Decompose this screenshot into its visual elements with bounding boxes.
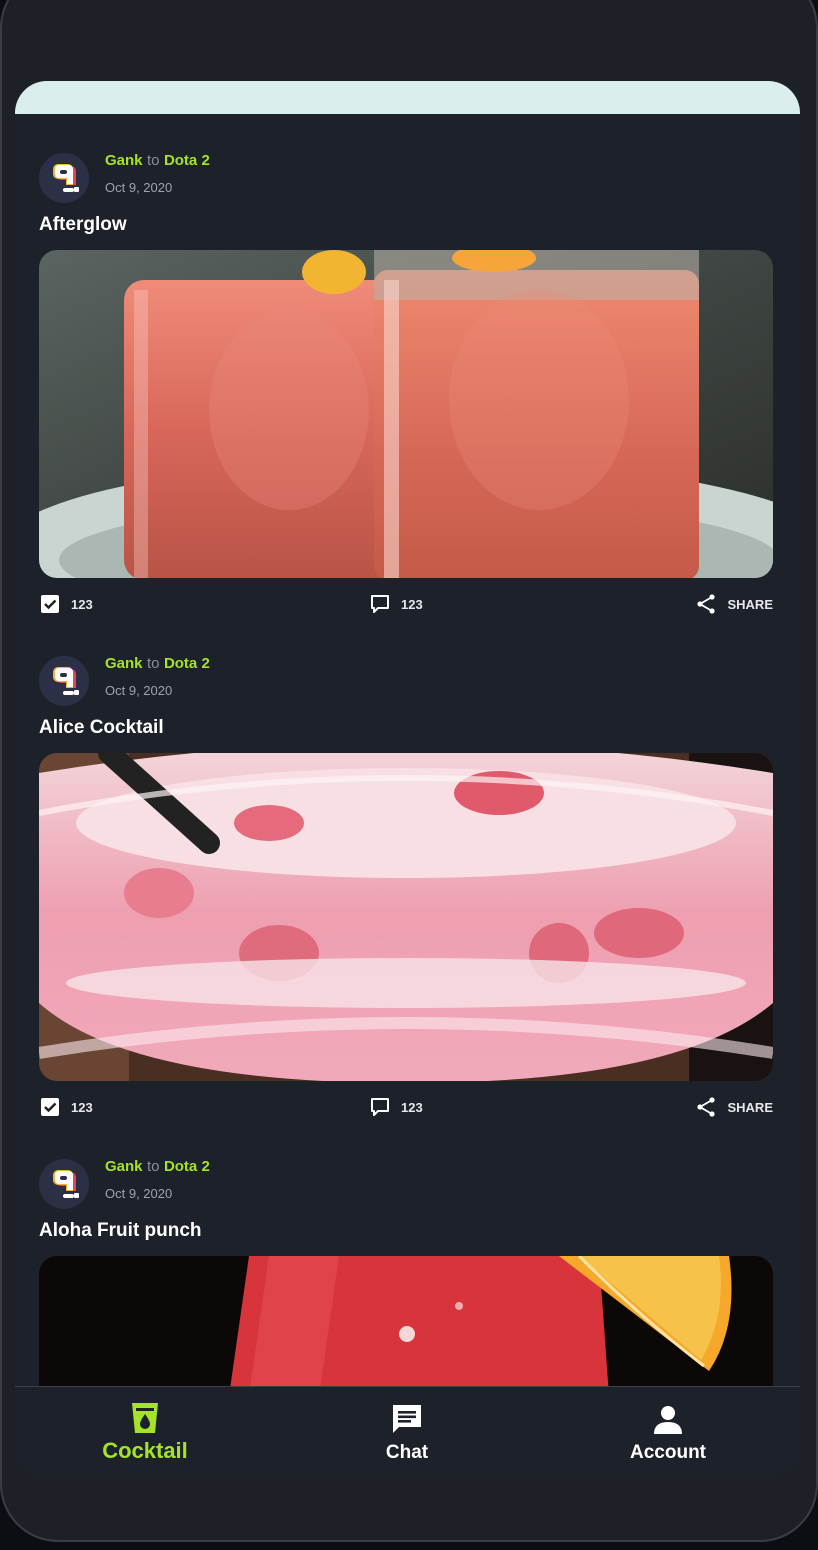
post-card: Gank to Dota 2 Oct 9, 2020 Aloha Fruit p… xyxy=(15,1120,800,1386)
nav-label-chat: Chat xyxy=(385,1442,429,1463)
author-name[interactable]: Gank xyxy=(105,655,143,672)
avatar[interactable] xyxy=(39,656,89,706)
post-image[interactable] xyxy=(39,753,773,1081)
group-name[interactable]: Dota 2 xyxy=(164,655,210,672)
nav-label-cocktail: Cocktail xyxy=(102,1438,188,1463)
author-name[interactable]: Gank xyxy=(105,1158,143,1175)
nav-item-chat[interactable]: Chat xyxy=(307,1387,507,1478)
post-title: Aloha Fruit punch xyxy=(39,1220,202,1241)
group-name[interactable]: Dota 2 xyxy=(164,1158,210,1175)
post-date: Oct 9, 2020 xyxy=(105,683,173,698)
nav-label-account: Account xyxy=(630,1442,706,1463)
share-label: SHARE xyxy=(727,596,773,612)
post-title: Afterglow xyxy=(39,214,127,235)
nav-item-cocktail[interactable]: Cocktail xyxy=(45,1387,245,1478)
author-name[interactable]: Gank xyxy=(105,152,143,169)
comment-count: 123 xyxy=(401,596,423,612)
share-icon xyxy=(697,1097,716,1117)
comment-action[interactable]: 123 xyxy=(369,1095,423,1119)
bottom-navigation: Cocktail Chat Account xyxy=(15,1386,800,1478)
post-title: Alice Cocktail xyxy=(39,717,164,738)
like-action[interactable]: 123 xyxy=(39,1095,93,1119)
share-action[interactable]: SHARE xyxy=(695,1095,773,1119)
post-meta: Gank to Dota 2 Oct 9, 2020 xyxy=(105,152,210,195)
app-screen: Gank to Dota 2 Oct 9, 2020 Afterglow 123… xyxy=(15,81,800,1478)
post-image[interactable] xyxy=(39,250,773,578)
post-card: Gank to Dota 2 Oct 9, 2020 Afterglow 123… xyxy=(15,114,800,617)
like-action[interactable]: 123 xyxy=(39,592,93,616)
nav-item-account[interactable]: Account xyxy=(568,1387,768,1478)
checkbox-icon xyxy=(41,595,59,613)
like-count: 123 xyxy=(71,1099,93,1115)
comment-action[interactable]: 123 xyxy=(369,592,423,616)
chat-icon xyxy=(393,1405,421,1433)
avatar[interactable] xyxy=(39,153,89,203)
connector-text: to xyxy=(146,655,160,672)
checkbox-icon xyxy=(41,1098,59,1116)
post-card: Gank to Dota 2 Oct 9, 2020 Alice Cocktai… xyxy=(15,617,800,1120)
connector-text: to xyxy=(146,1158,160,1175)
comment-icon xyxy=(371,1098,389,1116)
post-date: Oct 9, 2020 xyxy=(105,180,173,195)
share-icon xyxy=(697,594,716,614)
cocktail-icon xyxy=(132,1403,158,1433)
comment-icon xyxy=(371,595,389,613)
account-icon xyxy=(654,1406,682,1434)
post-feed[interactable]: Gank to Dota 2 Oct 9, 2020 Afterglow 123… xyxy=(15,114,800,1386)
post-actions: 123 123 SHARE xyxy=(39,1095,773,1119)
post-image[interactable] xyxy=(39,1256,773,1386)
header-strip xyxy=(15,81,800,114)
connector-text: to xyxy=(146,152,160,169)
avatar[interactable] xyxy=(39,1159,89,1209)
comment-count: 123 xyxy=(401,1099,423,1115)
group-name[interactable]: Dota 2 xyxy=(164,152,210,169)
post-date: Oct 9, 2020 xyxy=(105,1186,173,1201)
post-meta: Gank to Dota 2 Oct 9, 2020 xyxy=(105,655,210,698)
post-actions: 123 123 SHARE xyxy=(39,592,773,616)
share-action[interactable]: SHARE xyxy=(695,592,773,616)
share-label: SHARE xyxy=(727,1099,773,1115)
post-meta: Gank to Dota 2 Oct 9, 2020 xyxy=(105,1158,210,1201)
like-count: 123 xyxy=(71,596,93,612)
